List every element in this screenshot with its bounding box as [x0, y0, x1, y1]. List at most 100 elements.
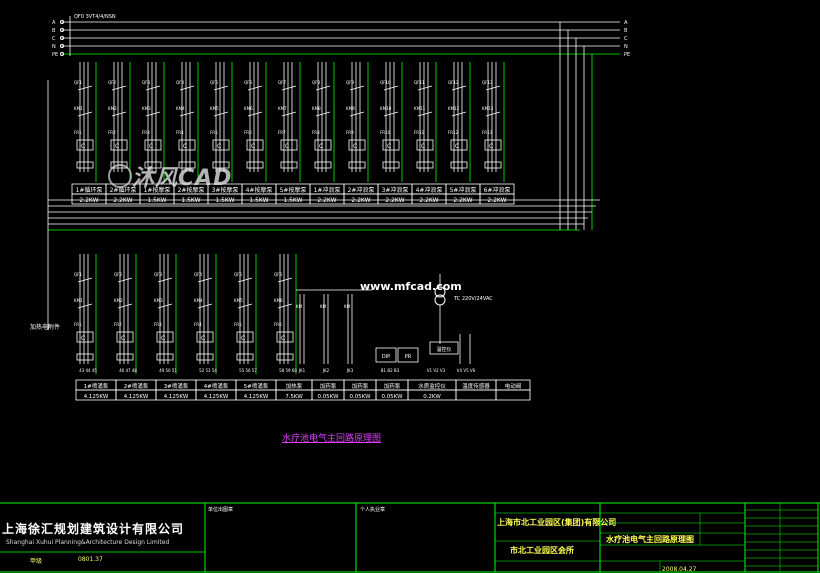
relay-tag: FR3	[154, 322, 162, 327]
relay-tag: FR6	[274, 322, 282, 327]
watermark-site: www.mfcad.com	[360, 280, 462, 293]
bus-label: B	[624, 28, 628, 34]
load-power: 1.5KW	[147, 197, 166, 204]
relay-mark: C	[161, 335, 165, 342]
breaker-tag: QF2	[114, 272, 122, 277]
contactor-tag: KM13	[482, 106, 494, 111]
bus-label: C	[624, 36, 628, 42]
load-name: 加药泵	[384, 382, 401, 390]
contactor-tag: KM5	[234, 298, 243, 303]
contactor-tag: KM3	[142, 106, 151, 111]
breaker-tag: QF13	[482, 80, 493, 85]
relay-tag: FR8	[312, 130, 320, 135]
terminal-numbers: 58 59 60	[279, 368, 297, 373]
terminal-strip	[276, 353, 294, 361]
terminal-strip	[236, 353, 254, 361]
bus-label: PE	[624, 52, 630, 58]
bus-label: N	[624, 44, 628, 50]
relay-tag: FR3	[142, 130, 150, 135]
terminal-strip	[76, 161, 94, 169]
terminal-strip	[196, 353, 214, 361]
diagram-caption[interactable]: 水疗池电气主回路原理图	[282, 431, 381, 444]
relay-mark: C	[115, 143, 119, 150]
load-power: 2.2KW	[351, 197, 370, 204]
unit-stamp-label: 单位出图章	[208, 507, 234, 513]
breaker-tag: QF2	[108, 80, 116, 85]
terminal-numbers: 43 44 45	[79, 368, 97, 373]
contactor-tag: KM3	[154, 298, 163, 303]
relay-mark: C	[217, 143, 221, 150]
contactor-tag: KM4	[176, 106, 185, 111]
relay-tag: FR1	[74, 322, 82, 327]
breaker-tag: QF5	[210, 80, 218, 85]
bus-label: A	[624, 20, 628, 26]
contactor-tag: KM1	[74, 106, 83, 111]
breaker-tag: QF11	[414, 80, 425, 85]
load-name: 电动阀	[505, 382, 522, 390]
contactor-tag: KM2	[108, 106, 117, 111]
load-name: 2#冲浪泵	[348, 186, 375, 194]
breaker-tag: QF1	[74, 80, 82, 85]
breaker-tag: QF6	[244, 80, 252, 85]
relay-mark: C	[121, 335, 125, 342]
load-name: 5#按摩泵	[280, 186, 307, 194]
terminal-strip	[382, 161, 400, 169]
terminal-numbers: B1 B2 B3	[381, 368, 400, 373]
terminal-strip	[450, 161, 468, 169]
load-power: 1.5KW	[181, 197, 200, 204]
terminal-strip	[348, 161, 366, 169]
load-power: 1.5KW	[249, 197, 268, 204]
drawing-date: 2008.04.27	[662, 566, 697, 573]
contactor-tag: KM2	[114, 298, 123, 303]
bus-label-left: B	[52, 28, 56, 34]
bus-tag: QF0 3VT4/4/NSN	[74, 14, 116, 20]
relay-mark: C	[81, 335, 85, 342]
relay-mark: C	[251, 143, 255, 150]
relay-tag: FR4	[194, 322, 202, 327]
breaker-tag: QF7	[278, 80, 286, 85]
relay-mark: C	[201, 335, 205, 342]
load-power: 0.05KW	[317, 394, 339, 400]
breaker-tag: QF4	[194, 272, 202, 277]
load-power: 4.125KW	[244, 394, 269, 400]
load-power: 2.2KW	[487, 197, 506, 204]
relay-mark: C	[319, 143, 323, 150]
terminal-strip	[156, 353, 174, 361]
terminal-strip	[280, 161, 298, 169]
contactor-tag: KM10	[380, 106, 392, 111]
relay-tag: FR12	[448, 130, 459, 135]
bus-label-left: A	[52, 20, 56, 26]
breaker-tag: QF3	[154, 272, 162, 277]
contactor-tag: KM8	[312, 106, 321, 111]
load-power-cell	[455, 389, 497, 401]
relay-mark: C	[353, 143, 357, 150]
branch-row-2: QF1 KM1 FR1 C 43 44 45 QF2 KM2 FR2 C 46 47 48 QF3 K…	[74, 254, 531, 401]
relay-tag: FR13	[482, 130, 493, 135]
relay-tag: FR4	[176, 130, 184, 135]
control-box-label: DIP	[382, 354, 390, 360]
load-power: 1.5KW	[215, 197, 234, 204]
load-name: 加药泵	[352, 382, 369, 390]
load-power: 4.125KW	[204, 394, 229, 400]
bus-label-left: PE	[52, 52, 58, 58]
load-name: 加药泵	[320, 382, 337, 390]
relay-mark: C	[455, 143, 459, 150]
terminal-numbers: V4 V5 V6	[457, 368, 476, 373]
load-power: 0.05KW	[381, 394, 403, 400]
terminal-strip	[246, 161, 264, 169]
load-name: 3#冲浪泵	[382, 186, 409, 194]
load-power: 2.2KW	[385, 197, 404, 204]
relay-mark: C	[149, 143, 153, 150]
watermark-logo-icon	[108, 164, 132, 188]
terminal-numbers: 52 53 54	[199, 368, 217, 373]
contactor-tag: KM11	[414, 106, 426, 111]
load-name: 6#冲浪泵	[484, 186, 511, 194]
company-name-en: Shanghai Xuhui Planning&Architecture Des…	[6, 539, 170, 546]
load-power: 2.2KW	[419, 197, 438, 204]
terminal-numbers: JK2	[322, 368, 330, 373]
relay-mark: C	[489, 143, 493, 150]
terminal-numbers: 49 50 51	[159, 368, 177, 373]
load-name: 4#按摩泵	[246, 186, 273, 194]
relay-mark: C	[183, 143, 187, 150]
transformer-label: TC 220V/24VAC	[454, 296, 493, 302]
